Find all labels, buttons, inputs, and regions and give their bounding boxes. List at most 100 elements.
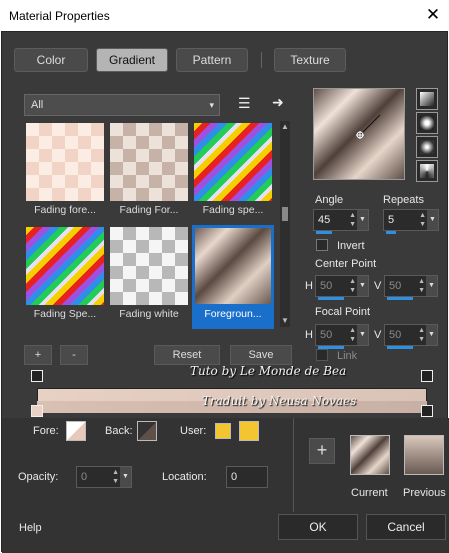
tab-texture[interactable]: Texture [274,48,346,72]
focal-point-label: Focal Point [315,306,371,318]
opacity-stop-marker[interactable] [31,370,43,382]
current-label: Current [351,487,388,499]
link-checkbox[interactable] [316,349,328,361]
invert-label: Invert [337,240,365,252]
current-swatch[interactable] [350,435,390,475]
sunburst-style-button[interactable] [416,136,438,158]
opacity-label: Opacity: [18,471,59,483]
user-label: User: [180,425,207,437]
spinner-arrows-icon[interactable]: ▲ ▼ [349,211,356,229]
panel-divider [293,418,294,514]
color-stop-marker[interactable] [31,405,43,417]
repeats-slider[interactable] [386,231,396,234]
spinner-arrows-icon[interactable]: ▲ ▼ [112,468,119,486]
chevron-down-icon[interactable]: ▼ [357,325,368,345]
chevron-down-icon[interactable]: ▼ [357,276,368,296]
chevron-down-icon[interactable]: ▼ [427,210,438,230]
user-color-radio[interactable] [215,423,231,439]
tab-color[interactable]: Color [14,48,88,72]
watermark-line2: Traduit by Neusa Novaes [202,394,357,408]
radial-style-button[interactable] [416,160,438,182]
chevron-down-icon[interactable]: ▼ [426,325,437,345]
location-label: Location: [162,471,207,483]
chevron-down-icon[interactable]: ▼ [120,467,131,487]
close-icon[interactable]: ✕ [423,5,443,25]
gradient-thumbnail[interactable]: Fading Spe... [24,225,106,329]
opacity-stop-marker[interactable] [421,370,433,382]
opacity-spinner[interactable]: 0 ▲ ▼ ▼ [76,466,132,488]
title-bar: Material Properties ✕ [0,0,449,31]
gradient-swatch [26,227,104,305]
tab-pattern[interactable]: Pattern [176,48,248,72]
focal-v-spinner[interactable]: 50 ▲ ▼ ▼ [384,324,438,349]
spinner-arrows-icon[interactable]: ▲ ▼ [418,277,425,295]
angle-label: Angle [315,194,344,206]
save-button[interactable]: Save [230,345,292,365]
previous-swatch[interactable] [404,435,444,475]
center-v-slider[interactable] [387,297,413,300]
rectangular-style-button[interactable] [416,112,438,134]
focal-v-label: V [374,329,382,341]
thumbnail-label: Fading white [119,308,179,320]
library-icon[interactable]: ☰ [238,95,251,112]
add-stop-button[interactable]: + [24,345,52,365]
cancel-button[interactable]: Cancel [366,514,446,540]
arrow-right-icon[interactable]: ➜ [272,94,284,111]
angle-spinner[interactable]: 45 ▲ ▼ ▼ [313,209,369,234]
center-h-value: 50 [320,280,333,292]
focal-v-slider[interactable] [387,346,413,349]
gradient-thumbnail[interactable]: Fading spe... [192,121,274,225]
tab-gradient[interactable]: Gradient [96,48,168,72]
spinner-arrows-icon[interactable]: ▲ ▼ [419,211,426,229]
fore-color-swatch[interactable] [66,421,86,441]
center-v-spinner[interactable]: 50 ▲ ▼ ▼ [384,275,438,300]
footer-bar: Help OK Cancel [2,512,449,553]
gradient-preview[interactable] [313,88,405,180]
center-h-label: H [305,280,313,292]
gradient-thumbnail-selected[interactable]: Foregroun... [192,225,274,329]
angle-value: 45 [318,214,331,226]
chevron-down-icon[interactable]: ▼ [357,210,368,230]
gradient-thumbnail[interactable]: Fading white [108,225,190,329]
add-to-swatches-button[interactable]: + [309,438,335,464]
reset-button[interactable]: Reset [154,345,220,365]
scroll-up-icon[interactable]: ▲ [281,122,289,131]
linear-style-button[interactable] [416,88,438,110]
repeats-spinner[interactable]: 5 ▲ ▼ ▼ [383,209,439,234]
gradient-swatch [26,123,104,201]
tab-bar: Color Gradient Pattern Texture [2,32,449,72]
focal-h-spinner[interactable]: 50 ▲ ▼ ▼ [315,324,369,349]
scroll-down-icon[interactable]: ▼ [281,316,289,325]
ok-button[interactable]: OK [278,514,358,540]
remove-stop-button[interactable]: - [60,345,88,365]
angle-handle-icon[interactable] [314,89,406,181]
focal-h-value: 50 [320,329,333,341]
help-link[interactable]: Help [19,522,42,534]
gradient-swatch [110,123,188,201]
tab-separator [261,52,262,68]
category-dropdown[interactable]: All ▾ [24,94,220,116]
watermark-line1: Tuto by Le Monde de Bea [190,364,347,378]
gradient-thumbnail[interactable]: Fading fore... [24,121,106,225]
color-stop-marker[interactable] [421,405,433,417]
chevron-down-icon[interactable]: ▼ [426,276,437,296]
spinner-arrows-icon[interactable]: ▲ ▼ [349,277,356,295]
previous-label: Previous [403,487,446,499]
center-h-slider[interactable] [318,297,344,300]
location-input[interactable]: 0 [226,466,268,488]
chevron-down-icon: ▾ [209,100,214,110]
repeats-label: Repeats [383,194,424,206]
user-color-swatch[interactable] [239,421,259,441]
invert-checkbox[interactable] [316,239,328,251]
scrollbar-thumb[interactable] [282,207,288,221]
spinner-arrows-icon[interactable]: ▲ ▼ [349,326,356,344]
category-value: All [31,99,44,111]
thumbnail-label: Fading Spe... [33,308,97,320]
gradient-swatch [194,123,272,201]
spinner-arrows-icon[interactable]: ▲ ▼ [418,326,425,344]
angle-slider[interactable] [316,231,332,234]
thumbnail-scrollbar[interactable]: ▲ ▼ [280,121,290,327]
gradient-thumbnail[interactable]: Fading For... [108,121,190,225]
back-color-swatch[interactable] [137,421,157,441]
center-h-spinner[interactable]: 50 ▲ ▼ ▼ [315,275,369,300]
